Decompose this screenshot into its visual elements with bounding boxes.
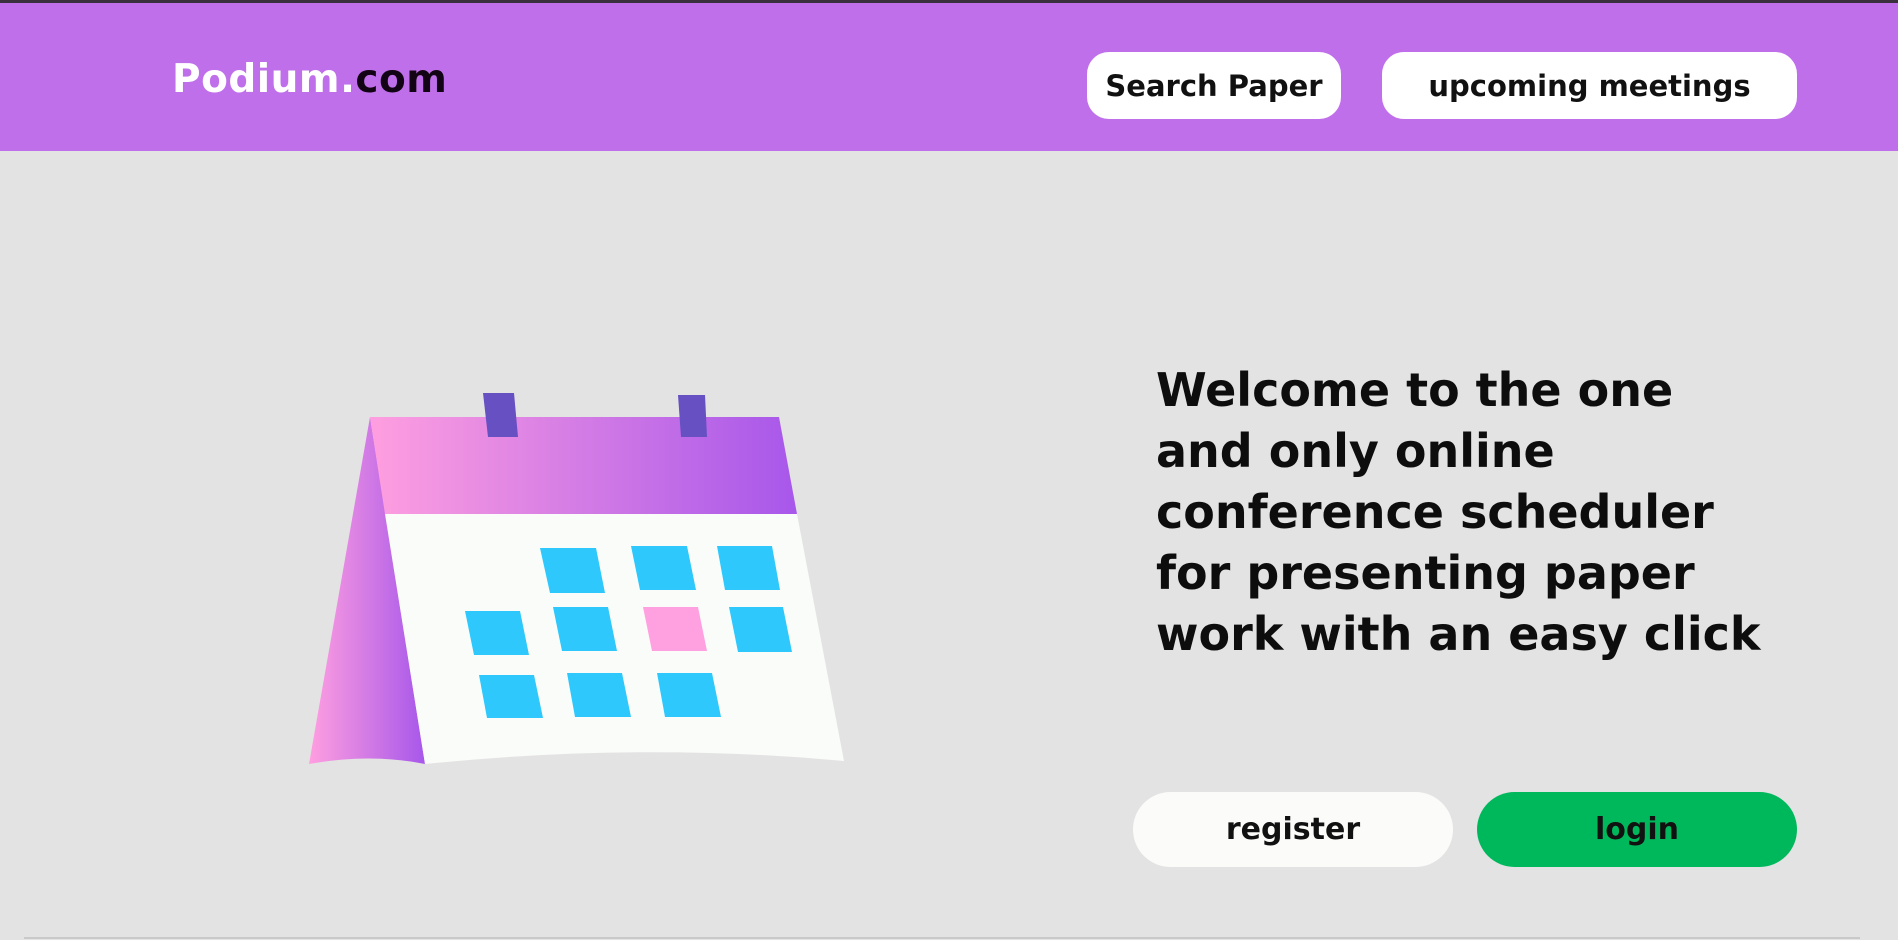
login-button[interactable]: login: [1477, 792, 1797, 867]
calendar-icon: [309, 393, 844, 764]
logo-text-primary: Podium.: [172, 57, 356, 102]
landing-page: Podium.com Search Paper upcoming meeting…: [0, 0, 1898, 940]
welcome-heading: Welcome to the one and only online confe…: [1156, 363, 1761, 661]
logo-text-suffix: com: [355, 57, 448, 102]
register-button[interactable]: register: [1133, 792, 1453, 867]
site-logo[interactable]: Podium.com: [172, 55, 447, 105]
bottom-divider: [24, 937, 1860, 939]
search-paper-button[interactable]: Search Paper: [1087, 52, 1341, 119]
calendar-illustration: [300, 385, 860, 784]
navbar: Podium.com Search Paper upcoming meeting…: [0, 3, 1898, 151]
upcoming-meetings-button[interactable]: upcoming meetings: [1382, 52, 1797, 119]
